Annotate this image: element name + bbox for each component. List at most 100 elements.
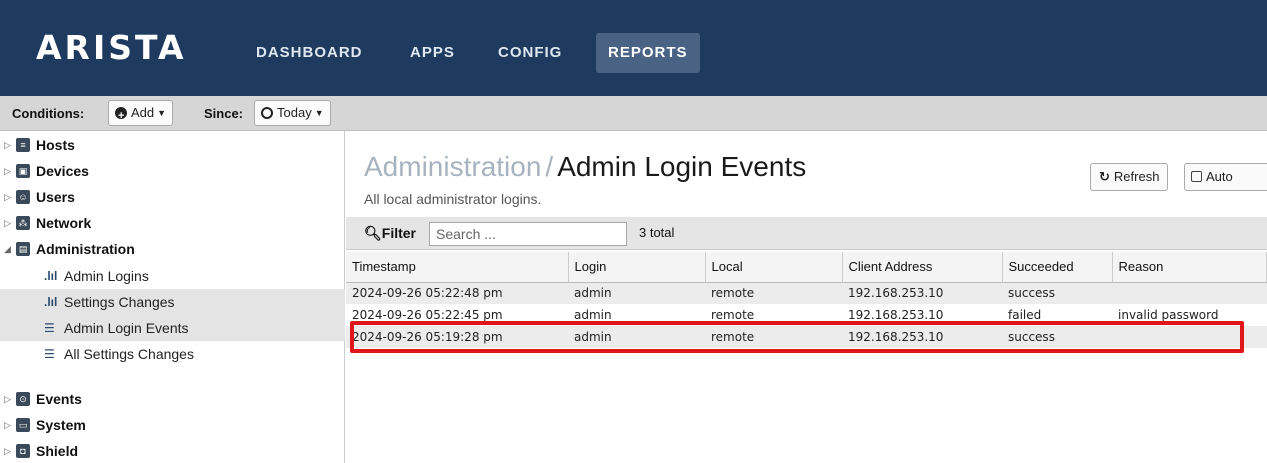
shield-icon: ◘ [16,444,30,458]
nav-config[interactable]: CONFIG [486,33,574,73]
bar-chart-icon: .lıl [44,295,58,309]
users-icon: ☺ [16,190,30,204]
filter-text: Filter [381,225,417,241]
list-icon: ☰ [44,347,55,361]
cell-timestamp: 2024-09-26 05:22:48 pm [346,282,568,304]
sidebar-item-label: Hosts [36,137,75,153]
cell-reason [1112,282,1267,304]
conditions-toolbar: Conditions: Add▼ Since: Today▼ [0,96,1267,131]
column-header-timestamp[interactable]: Timestamp [346,252,569,283]
breadcrumb-separator: / [545,151,554,182]
cell-client-address: 192.168.253.10 [848,308,944,322]
sidebar-item-label: System [36,417,86,433]
column-header-login[interactable]: Login [568,252,706,283]
cell-login: admin [568,282,705,304]
page-subtitle: All local administrator logins. [364,191,542,207]
sidebar-subitem-settings-changes[interactable]: .lıl Settings Changes [0,289,345,315]
cell-timestamp: 2024-09-26 05:19:28 pm [346,326,568,348]
sidebar-subitem-label: Settings Changes [64,294,175,310]
cell-succeeded: failed [1008,308,1042,322]
clock-icon [261,107,273,119]
filter-bar: 🔍︎Filter 3 total [346,217,1267,250]
sidebar-subitem-admin-logins[interactable]: .lıl Admin Logins [0,263,345,289]
auto-refresh-label: Auto [1206,169,1233,184]
collapse-arrow-icon[interactable]: ◢ [4,236,11,262]
page-title: Admin Login Events [557,151,807,182]
list-icon: ☰ [44,321,55,335]
cell-local: remote [705,282,842,304]
network-icon: ⁂ [16,216,30,230]
since-label: Since: [204,106,244,121]
nav-dashboard[interactable]: DASHBOARD [244,33,375,73]
search-icon: 🔍︎ [364,225,382,241]
expand-arrow-icon[interactable]: ▷ [4,210,11,236]
caret-down-icon: ▼ [157,108,167,118]
expand-arrow-icon[interactable]: ▷ [4,132,11,158]
cell-timestamp: 2024-09-26 05:22:45 pm [352,308,503,322]
search-input[interactable] [429,222,627,246]
column-header-local[interactable]: Local [705,252,843,283]
add-label: Add [131,105,155,120]
reports-sidebar: ▷ ≡ Hosts ▷ ▣ Devices ▷ ☺ Users ▷ ⁂ Netw… [0,131,345,463]
cell-reason: invalid password [1118,308,1219,322]
auto-refresh-toggle[interactable]: Auto [1184,163,1267,191]
administration-icon: ▤ [16,242,30,256]
nav-reports[interactable]: REPORTS [596,33,700,73]
table-header-row: Timestamp Login Local Client Address Suc… [346,252,1267,283]
arista-logo[interactable]: ARISTA [36,28,186,67]
bar-chart-icon: .lıl [44,269,58,283]
cell-local: remote [711,308,755,322]
sidebar-item-label: Administration [36,241,135,257]
checkbox-icon [1191,171,1202,182]
column-header-succeeded[interactable]: Succeeded [1002,252,1113,283]
table-row[interactable]: 2024-09-26 05:22:48 pm admin remote 192.… [346,282,1267,304]
total-count: 3 total [639,225,675,240]
report-main-panel: Administration / Admin Login Events All lo… [346,131,1267,463]
cell-login: admin [574,308,612,322]
since-dropdown[interactable]: Today ▼ [254,100,331,126]
breadcrumb: Administration / Admin Login Events [364,151,806,183]
expand-arrow-icon[interactable]: ▷ [4,386,11,412]
expand-arrow-icon[interactable]: ▷ [4,438,11,463]
sidebar-item-label: Events [36,391,82,407]
add-circle-icon [115,104,127,128]
sidebar-subitem-admin-login-events[interactable]: ☰ Admin Login Events [0,315,345,341]
nav-apps[interactable]: APPS [398,33,467,73]
expand-arrow-icon[interactable]: ▷ [4,184,11,210]
refresh-label: Refresh [1113,169,1160,184]
sidebar-item-label: Network [36,215,92,231]
expand-arrow-icon[interactable]: ▷ [4,158,11,184]
sidebar-subitem-label: Admin Login Events [64,320,189,336]
sidebar-subitem-all-settings-changes[interactable]: ☰ All Settings Changes [0,341,345,367]
system-icon: ▭ [16,418,30,432]
events-icon: ⊙ [16,392,30,406]
cell-client-address: 192.168.253.10 [842,282,1002,304]
expand-arrow-icon[interactable]: ▷ [4,412,11,438]
devices-icon: ▣ [16,164,30,178]
cell-client-address: 192.168.253.10 [842,326,1002,348]
conditions-label: Conditions: [12,106,85,121]
sidebar-item-label: Users [36,189,75,205]
add-condition-button[interactable]: Add▼ [108,100,174,128]
breadcrumb-parent[interactable]: Administration [364,151,541,182]
top-nav-bar: ARISTA DASHBOARD APPS CONFIG REPORTS [0,0,1267,96]
filter-label: 🔍︎Filter [364,225,416,242]
column-header-reason[interactable]: Reason [1112,252,1267,283]
events-table: Timestamp Login Local Client Address Suc… [346,252,1267,348]
sidebar-item-label: Devices [36,163,89,179]
hosts-icon: ≡ [16,138,30,152]
table-row[interactable]: 2024-09-26 05:19:28 pm admin remote 192.… [346,326,1267,348]
caret-down-icon: ▼ [314,108,324,118]
column-header-client-address[interactable]: Client Address [842,252,1003,283]
cell-local: remote [705,326,842,348]
refresh-button[interactable]: ↻ Refresh [1090,163,1169,191]
cell-succeeded: success [1002,326,1112,348]
sidebar-item-label: Shield [36,443,79,459]
sidebar-subitem-label: All Settings Changes [64,346,194,362]
cell-succeeded: success [1002,282,1112,304]
cell-reason [1112,326,1267,348]
table-row[interactable]: 2024-09-26 05:22:45 pm admin remote 192.… [346,304,1267,326]
refresh-icon: ↻ [1099,169,1110,184]
cell-login: admin [568,326,705,348]
sidebar-subitem-label: Admin Logins [64,268,149,284]
